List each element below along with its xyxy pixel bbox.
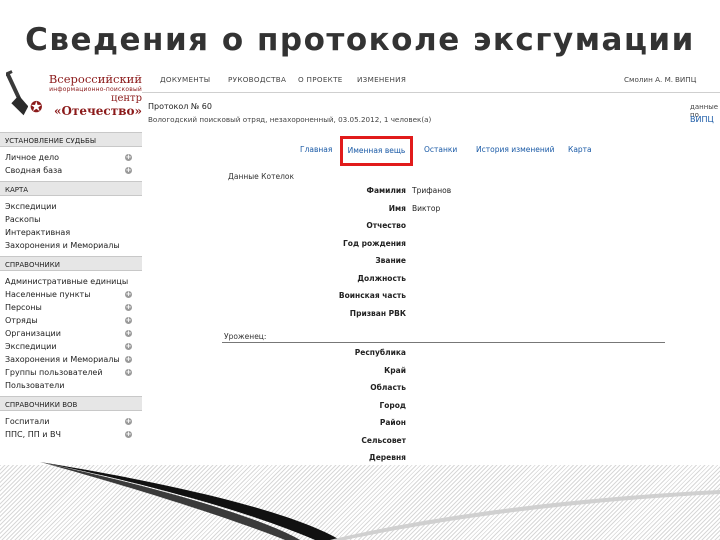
sidebar-item[interactable]: Сводная база + (0, 164, 142, 177)
sidebar-item-label: Организации (5, 329, 61, 338)
plus-icon[interactable]: + (125, 304, 132, 311)
field-label: Призван РВК (349, 308, 406, 318)
plus-icon[interactable]: + (125, 369, 132, 376)
sidebar-item[interactable]: Госпитали + (0, 415, 142, 428)
sidebar-item[interactable]: Захоронения и Мемориалы + (0, 353, 142, 366)
decorative-swoosh (40, 462, 720, 540)
field-label: Область (370, 383, 406, 392)
plus-icon[interactable]: + (125, 167, 132, 174)
field-label: Край (384, 365, 406, 375)
field-label: Звание (375, 256, 406, 265)
nav-divider (142, 92, 720, 93)
tab-main[interactable]: Главная (300, 145, 332, 154)
protocol-title: Протокол № 60 (148, 102, 212, 111)
sidebar-item-label: Экспедиции (5, 202, 57, 211)
field-label: Отчество (366, 221, 406, 230)
birthplace-section-title: Уроженец: (224, 332, 267, 341)
sidebar-item[interactable]: Административные единицы (0, 275, 142, 288)
field-label: Должность (357, 273, 406, 283)
tab-remains[interactable]: Останки (424, 145, 457, 154)
field-label: Имя (388, 203, 406, 213)
sidebar-item-label: ППС, ПП и ВЧ (5, 430, 61, 439)
sidebar-item-label: Административные единицы (5, 277, 129, 286)
top-nav: ДОКУМЕНТЫ РУКОВОДСТВА О ПРОЕКТЕ ИЗМЕНЕНИ… (142, 72, 720, 88)
sidebar-item-label: Экспедиции (5, 342, 57, 351)
sidebar-item-label: Сводная база (5, 166, 63, 175)
sidebar-item-label: Захоронения и Мемориалы (5, 241, 120, 250)
vipts-link[interactable]: ВИПЦ (675, 75, 696, 84)
sidebar-item[interactable]: Личное дело + (0, 151, 142, 164)
sidebar-item-label: Личное дело (5, 153, 59, 162)
sidebar-section-header: КАРТА (0, 181, 142, 196)
nav-documents[interactable]: ДОКУМЕНТЫ (160, 75, 210, 84)
logo-line2: информационно-поисковый (49, 86, 142, 93)
field-label: Год рождения (343, 238, 406, 248)
logo-line3: центр (111, 93, 142, 104)
plus-icon[interactable]: + (125, 356, 132, 363)
section-divider (222, 342, 665, 343)
field-value: Виктор (412, 203, 441, 213)
nav-about[interactable]: О ПРОЕКТЕ (298, 75, 343, 84)
plus-icon[interactable]: + (125, 330, 132, 337)
sidebar-item-label: Пользователи (5, 381, 65, 390)
sidebar-item[interactable]: Группы пользователей + (0, 366, 142, 379)
sidebar-item-label: Группы пользователей (5, 368, 103, 377)
sidebar-item-label: Интерактивная (5, 228, 71, 237)
field-label: Республика (354, 348, 406, 357)
sidebar-item-label: Захоронения и Мемориалы (5, 355, 120, 364)
sidebar-item[interactable]: Отряды + (0, 314, 142, 327)
logo[interactable]: ✪ Всероссийский информационно-поисковый … (0, 62, 142, 124)
plus-icon[interactable]: + (125, 154, 132, 161)
plus-icon[interactable]: + (125, 431, 132, 438)
field-label: Фамилия (366, 186, 406, 195)
form-section-title: Данные Котелок (228, 172, 294, 181)
slide-title: Сведения о протоколе эксгумации (25, 22, 695, 58)
tab-history[interactable]: История изменений (476, 145, 555, 154)
sidebar-item[interactable]: Персоны + (0, 301, 142, 314)
sidebar-item-label: Отряды (5, 316, 38, 325)
logo-line4: «Отечество» (53, 104, 142, 118)
user-name[interactable]: Смолин А. М. (624, 75, 673, 84)
sidebar-item[interactable]: Пользователи (0, 379, 142, 392)
plus-icon[interactable]: + (125, 291, 132, 298)
sidebar-section-header: СПРАВОЧНИКИ (0, 256, 142, 271)
field-value: Трифанов (412, 186, 452, 195)
logo-line1: Всероссийский (48, 72, 142, 86)
sidebar-section-header: СПРАВОЧНИКИ ВОВ (0, 396, 142, 411)
sidebar-item[interactable]: Населенные пункты + (0, 288, 142, 301)
plus-icon[interactable]: + (125, 343, 132, 350)
tab-named-item[interactable]: Именная вещь (340, 136, 413, 166)
plus-icon[interactable]: + (125, 317, 132, 324)
sidebar-item[interactable]: ППС, ПП и ВЧ + (0, 428, 142, 441)
sidebar-item[interactable]: Экспедиции + (0, 340, 142, 353)
sidebar-item-label: Госпитали (5, 417, 50, 426)
sidebar-item[interactable]: Раскопы (0, 213, 142, 226)
sidebar-item[interactable]: Интерактивная (0, 226, 142, 239)
nav-changes[interactable]: ИЗМЕНЕНИЯ (357, 75, 406, 84)
shovel-icon (6, 70, 28, 116)
sidebar-item[interactable]: Захоронения и Мемориалы (0, 239, 142, 252)
tab-map[interactable]: Карта (568, 145, 592, 154)
protocol-subtitle: Вологодский поисковый отряд, незахоронен… (148, 115, 432, 124)
sidebar-item[interactable]: Организации + (0, 327, 142, 340)
field-label: Район (379, 418, 406, 427)
plus-icon[interactable]: + (125, 418, 132, 425)
field-label: Сельсовет (361, 435, 406, 445)
field-label: Город (379, 400, 406, 410)
sidebar: УСТАНОВЛЕНИЕ СУДЬБЫ Личное дело + Сводная б… (0, 124, 142, 462)
screenshot-panel: ✪ Всероссийский информационно-поисковый … (0, 62, 720, 462)
sidebar-section-header: УСТАНОВЛЕНИЕ СУДЬБЫ (0, 132, 142, 147)
side-vipts-link[interactable]: ВИПЦ (690, 115, 714, 124)
nav-manuals[interactable]: РУКОВОДСТВА (228, 75, 286, 84)
sidebar-item-label: Раскопы (5, 215, 41, 224)
sidebar-item-label: Персоны (5, 303, 42, 312)
sidebar-item[interactable]: Экспедиции (0, 200, 142, 213)
sidebar-item-label: Населенные пункты (5, 290, 91, 299)
field-label: Воинская часть (338, 291, 406, 300)
